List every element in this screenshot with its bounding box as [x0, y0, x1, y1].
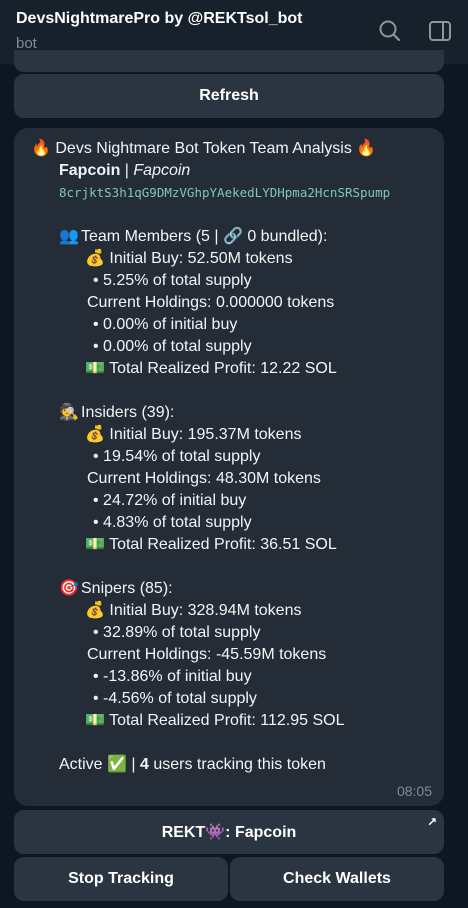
- snipers-header: 🎯 Snipers (85):: [31, 578, 428, 600]
- sidebar-panel-icon[interactable]: [425, 16, 455, 46]
- insiders-initial-buy: 💰 Initial Buy: 195.37M tokens: [85, 426, 302, 443]
- token-name-italic: Fapcoin: [133, 162, 191, 179]
- users-count: 4: [140, 756, 149, 773]
- rekt-fapcoin-button[interactable]: REKT👾: Fapcoin ↗: [14, 810, 444, 854]
- status-line: Active ✅ | 4 users tracking this token: [31, 754, 428, 776]
- snipers-current-holdings: Current Holdings: -45.59M tokens: [87, 646, 327, 663]
- snipers-pct-initial: • -13.86% of initial buy: [93, 668, 252, 685]
- insiders-pct-supply: • 4.83% of total supply: [93, 514, 252, 531]
- fire-icon: 🔥: [31, 140, 51, 157]
- snipers-initial-buy: 💰 Initial Buy: 328.94M tokens: [85, 602, 302, 619]
- insiders-header: 🕵️ Insiders (39):: [31, 402, 428, 424]
- previous-keyboard-button[interactable]: [14, 50, 444, 72]
- team-initial-pct: • 5.25% of total supply: [93, 272, 252, 289]
- status-suffix: users tracking this token: [153, 756, 326, 773]
- fire-icon: 🔥: [356, 140, 377, 157]
- detective-icon: 🕵️: [59, 404, 79, 421]
- team-current-holdings: Current Holdings: 0.000000 tokens: [87, 294, 335, 311]
- stop-tracking-button[interactable]: Stop Tracking: [14, 857, 228, 901]
- snipers-header-text: Snipers (85):: [81, 580, 173, 597]
- team-header-text: Team Members (5 | 🔗 0 bundled):: [81, 228, 328, 245]
- insiders-initial-pct: • 19.54% of total supply: [93, 448, 261, 465]
- rekt-fapcoin-label: REKT👾: Fapcoin: [161, 824, 297, 841]
- team-pct-initial: • 0.00% of initial buy: [93, 316, 238, 333]
- token-name-line: Fapcoin | Fapcoin: [31, 160, 428, 182]
- check-wallets-button[interactable]: Check Wallets: [230, 857, 444, 901]
- team-header: 👥 Team Members (5 | 🔗 0 bundled):: [31, 226, 428, 248]
- token-separator: |: [124, 162, 129, 179]
- status-prefix: Active ✅ |: [59, 756, 136, 773]
- external-link-arrow-icon: ↗: [426, 815, 437, 829]
- team-profit: 💵 Total Realized Profit: 12.22 SOL: [85, 360, 337, 377]
- insiders-header-text: Insiders (39):: [81, 404, 175, 421]
- message-title: 🔥 Devs Nightmare Bot Token Team Analysis…: [31, 138, 428, 160]
- message-bubble: 🔥 Devs Nightmare Bot Token Team Analysis…: [14, 128, 444, 806]
- refresh-button[interactable]: Refresh: [14, 74, 444, 118]
- insiders-current-holdings: Current Holdings: 48.30M tokens: [87, 470, 321, 487]
- contract-address[interactable]: 8crjktS3h1qG9DMzVGhpYAekedLYDHpma2HcnSRS…: [31, 182, 434, 204]
- search-icon[interactable]: [375, 16, 405, 46]
- team-icon: 👥: [59, 228, 79, 245]
- snipers-pct-supply: • -4.56% of total supply: [93, 690, 257, 707]
- message-title-text: Devs Nightmare Bot Token Team Analysis: [55, 140, 352, 157]
- team-pct-supply: • 0.00% of total supply: [93, 338, 252, 355]
- insiders-profit: 💵 Total Realized Profit: 36.51 SOL: [85, 536, 337, 553]
- insiders-pct-initial: • 24.72% of initial buy: [93, 492, 247, 509]
- message-time: 08:05: [396, 783, 432, 799]
- team-initial-buy: 💰 Initial Buy: 52.50M tokens: [85, 250, 293, 267]
- target-icon: 🎯: [59, 580, 79, 597]
- snipers-initial-pct: • 32.89% of total supply: [93, 624, 261, 641]
- token-name-bold: Fapcoin: [59, 162, 121, 179]
- snipers-profit: 💵 Total Realized Profit: 112.95 SOL: [85, 712, 345, 729]
